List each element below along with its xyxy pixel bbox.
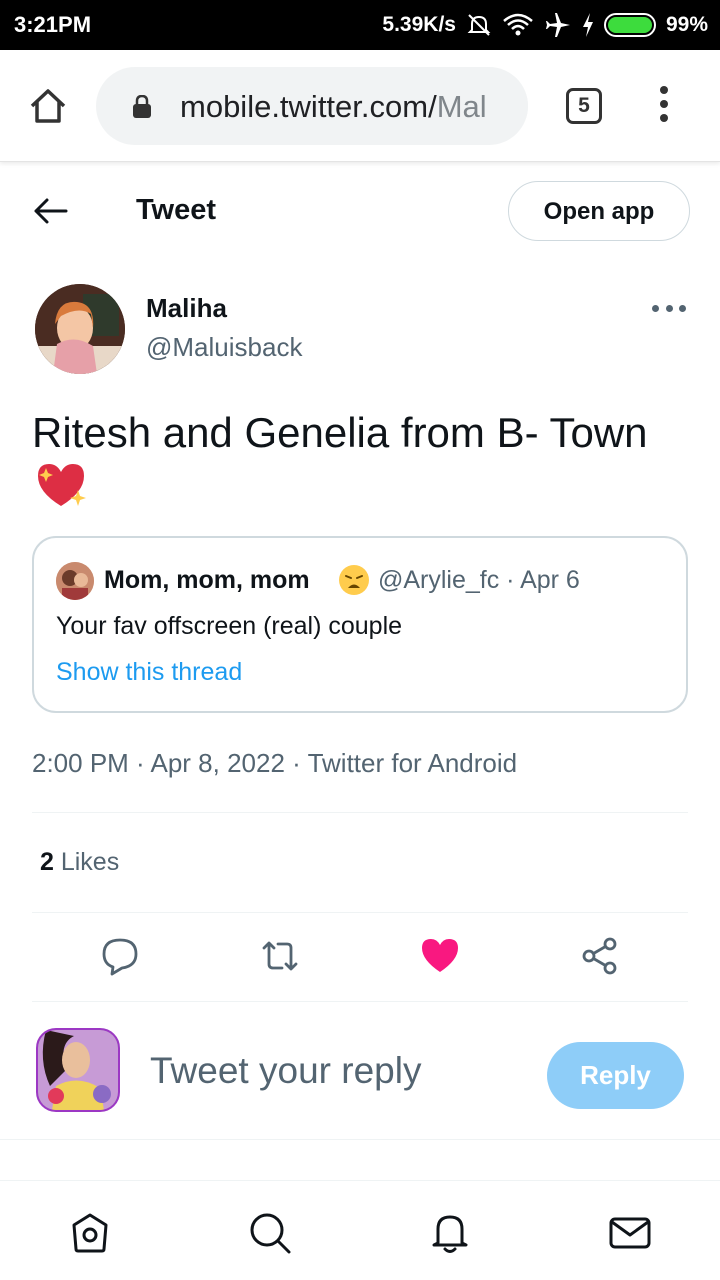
browser-toolbar: mobile.twitter.com/Mal 5 xyxy=(0,50,720,162)
page-title: Tweet xyxy=(136,194,217,226)
author-avatar-image xyxy=(35,284,125,374)
author-name[interactable]: Maliha xyxy=(146,293,227,324)
more-options-icon[interactable] xyxy=(652,300,686,316)
airplane-icon xyxy=(545,13,570,37)
url-path: Mal xyxy=(436,89,487,124)
wifi-icon xyxy=(503,13,533,36)
lock-icon xyxy=(133,95,151,118)
search-icon[interactable] xyxy=(248,1211,292,1255)
like-icon[interactable] xyxy=(420,936,460,976)
tab-switcher-button[interactable]: 5 xyxy=(566,88,602,124)
author-handle[interactable]: @Maluisback xyxy=(146,332,302,363)
tweet-header: Tweet Open app xyxy=(0,162,720,258)
reply-icon[interactable] xyxy=(100,936,140,976)
divider xyxy=(0,1139,720,1140)
mute-icon xyxy=(467,14,491,36)
divider xyxy=(32,912,688,913)
share-icon[interactable] xyxy=(580,936,620,976)
notifications-icon[interactable] xyxy=(428,1211,472,1255)
battery-icon xyxy=(603,13,656,37)
likes-label: Likes xyxy=(53,848,120,876)
reply-input[interactable]: Tweet your reply xyxy=(150,1050,421,1092)
quoted-meta: @Arylie_fc · Apr 6 xyxy=(378,566,580,594)
battery-percent: 99% xyxy=(665,13,708,36)
sparkling-heart-icon xyxy=(38,464,86,506)
tweet-timestamp[interactable]: 2:00 PM · Apr 8, 2022 · Twitter for Andr… xyxy=(32,748,517,779)
reply-button[interactable]: Reply xyxy=(547,1042,684,1109)
likes-number: 2 xyxy=(40,848,54,876)
show-thread-link[interactable]: Show this thread xyxy=(56,658,242,687)
author-avatar[interactable] xyxy=(35,284,125,374)
network-speed: 5.39K/s xyxy=(382,13,456,36)
back-arrow-icon[interactable] xyxy=(32,196,68,226)
retweet-icon[interactable] xyxy=(260,936,300,976)
overflow-menu-icon[interactable] xyxy=(656,86,672,126)
messages-icon[interactable] xyxy=(608,1211,652,1255)
quoted-tweet[interactable]: Mom, mom, mom @Arylie_fc · Apr 6 Your fa… xyxy=(32,536,688,713)
address-bar[interactable]: mobile.twitter.com/Mal xyxy=(96,67,528,145)
status-bar: 3:21PM 5.39K/s 99% xyxy=(0,0,720,50)
charging-icon xyxy=(582,13,593,37)
divider xyxy=(32,812,688,813)
status-right: 5.39K/s 99% xyxy=(382,10,708,40)
quoted-text: Your fav offscreen (real) couple xyxy=(56,612,403,640)
home-icon[interactable] xyxy=(28,86,68,126)
quoted-author-name: Mom, mom, mom xyxy=(104,566,310,594)
tweet-text: Ritesh and Genelia from B- Town xyxy=(32,409,648,456)
open-app-button[interactable]: Open app xyxy=(508,181,690,241)
divider xyxy=(32,1001,688,1002)
url-main: mobile.twitter.com/ xyxy=(180,89,437,124)
url-text: mobile.twitter.com/Mal xyxy=(180,89,487,125)
user-avatar[interactable] xyxy=(36,1028,120,1112)
bottom-navigation xyxy=(0,1180,720,1280)
status-time: 3:21PM xyxy=(14,12,92,37)
quoted-author-avatar xyxy=(56,562,94,600)
home-icon[interactable] xyxy=(68,1211,112,1255)
likes-count[interactable]: 2 Likes xyxy=(40,848,119,877)
weary-face-icon xyxy=(339,565,369,595)
